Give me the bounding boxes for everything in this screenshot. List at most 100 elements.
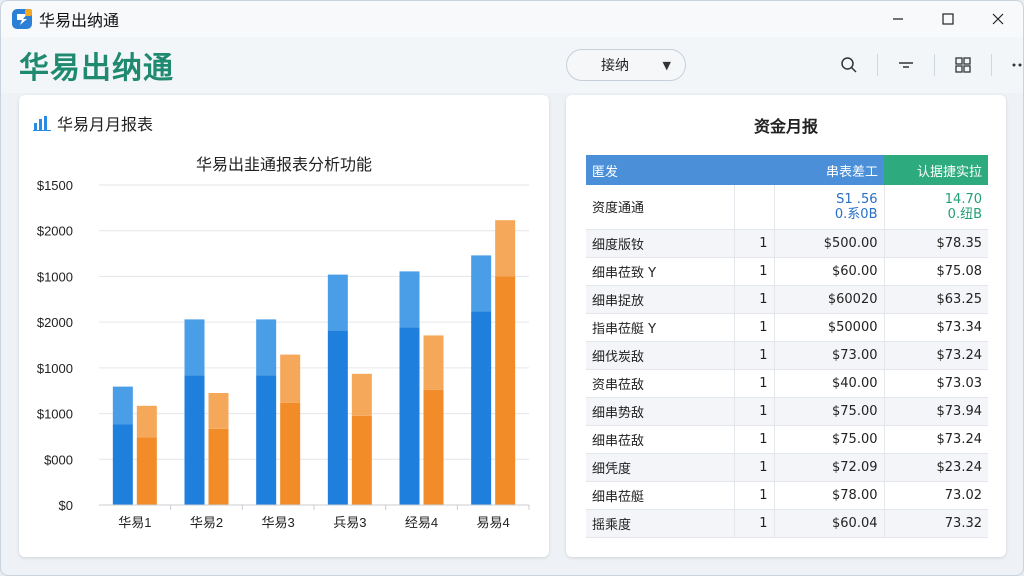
bar-segment	[256, 319, 277, 376]
row-qty: 1	[734, 285, 775, 314]
row-value-2: $73.34	[884, 313, 988, 342]
bar-segment	[471, 311, 492, 505]
row-value-1: $72.09	[774, 453, 885, 482]
row-value-1: $50000	[774, 313, 885, 342]
row-qty: 1	[734, 341, 775, 370]
bar[interactable]	[280, 354, 301, 505]
bar[interactable]	[495, 220, 516, 505]
row-value-2: $75.08	[884, 257, 988, 286]
table-row[interactable]: 细串莅艇 1 $78.00 73.02	[586, 481, 988, 510]
bar[interactable]	[208, 393, 229, 505]
row-value-1: S1 .56 0.系0B	[774, 185, 885, 230]
row-qty: 1	[734, 453, 775, 482]
close-icon	[992, 13, 1004, 25]
filter-select-value: 接纳	[601, 58, 629, 74]
y-tick-label: $000	[44, 452, 73, 467]
bar-segment	[184, 375, 205, 505]
row-value-1: $60.04	[774, 509, 885, 538]
row-value-2: $23.24	[884, 453, 988, 482]
report-table: 匿发 串表差工 认据捷实拉 资度通通 S1 .56 0.系0B 14.70 0.…	[586, 155, 988, 538]
bar[interactable]	[112, 386, 133, 505]
row-value-1: $60020	[774, 285, 885, 314]
x-tick-label: 华易2	[190, 515, 223, 530]
table-row[interactable]: 细串莅敌 1 $75.00 $73.24	[586, 425, 988, 454]
table-row[interactable]: 细串莅致 Y 1 $60.00 $75.08	[586, 257, 988, 286]
minimize-button[interactable]	[873, 1, 923, 37]
table-row[interactable]: 细串势敌 1 $75.00 $73.94	[586, 397, 988, 426]
bar[interactable]	[327, 274, 348, 505]
bar-segment	[280, 402, 301, 505]
x-tick-label: 华易1	[118, 515, 151, 530]
title-bar: 华易出纳通	[1, 1, 1023, 37]
bar-segment	[471, 255, 492, 312]
table-row[interactable]: 指串莅艇 Y 1 $50000 $73.34	[586, 313, 988, 342]
table-row[interactable]: 细串捉放 1 $60020 $63.25	[586, 285, 988, 314]
bar-segment	[495, 220, 516, 277]
grid-icon	[955, 57, 971, 73]
filter-button[interactable]	[888, 47, 924, 83]
bar-segment	[327, 274, 348, 331]
table-row[interactable]: 细凭度 1 $72.09 $23.24	[586, 453, 988, 482]
app-window: 华易出纳通 华易出纳通 接纳 ▼ 华易月月报表 华易出韭通报表分析功能 $150…	[0, 0, 1024, 576]
row-value-2: $73.24	[884, 341, 988, 370]
toolbar-divider	[934, 54, 935, 76]
column-header[interactable]	[734, 155, 774, 185]
row-name: 摇乘度	[586, 509, 735, 538]
y-tick-label: $1000	[37, 361, 73, 376]
row-qty: 1	[734, 369, 775, 398]
bar-segment	[423, 335, 444, 390]
table-row[interactable]: 细度版钕 1 $500.00 $78.35	[586, 229, 988, 258]
maximize-button[interactable]	[923, 1, 973, 37]
bar-segment	[351, 373, 372, 416]
table-row[interactable]: 资度通通 S1 .56 0.系0B 14.70 0.纽B	[586, 185, 988, 230]
bar[interactable]	[136, 405, 157, 505]
app-logo-icon	[12, 9, 32, 29]
brand-title: 华易出纳通	[19, 51, 174, 86]
y-tick-label: $2000	[37, 315, 73, 330]
bar-segment	[184, 319, 205, 376]
row-value-2-line-2: 0.纽B	[947, 206, 982, 222]
bar-segment	[399, 327, 420, 505]
bar[interactable]	[256, 319, 277, 505]
report-title: 资金月报	[753, 117, 818, 136]
row-value-1: $78.00	[774, 481, 885, 510]
x-tick-label: 易易4	[477, 515, 510, 530]
row-value-1: $75.00	[774, 425, 885, 454]
bar[interactable]	[184, 319, 205, 505]
row-value-1: $73.00	[774, 341, 885, 370]
bar-segment	[327, 330, 348, 505]
x-tick-label: 兵易3	[333, 515, 366, 530]
row-value-1: $75.00	[774, 397, 885, 426]
filter-select[interactable]: 接纳 ▼	[566, 49, 686, 81]
row-qty: 1	[734, 425, 775, 454]
table-row[interactable]: 摇乘度 1 $60.04 73.32	[586, 509, 988, 538]
column-header[interactable]: 认据捷实拉	[884, 155, 988, 185]
bar-segment	[208, 393, 229, 429]
x-tick-label: 华易3	[262, 515, 295, 530]
row-value-2-line-1: 14.70	[944, 191, 982, 207]
search-button[interactable]	[831, 47, 867, 83]
toolbar-divider	[877, 54, 878, 76]
row-name: 细串捉放	[586, 285, 735, 314]
column-header[interactable]: 串表差工	[774, 155, 884, 185]
row-qty: 1	[734, 397, 775, 426]
column-header[interactable]: 匿发	[586, 155, 734, 185]
bar[interactable]	[399, 271, 420, 505]
row-value-2: 73.02	[884, 481, 988, 510]
bar-segment	[423, 389, 444, 505]
bar[interactable]	[351, 373, 372, 505]
table-row[interactable]: 资串莅敌 1 $40.00 $73.03	[586, 369, 988, 398]
bar[interactable]	[471, 255, 492, 505]
row-value-1: $500.00	[774, 229, 885, 258]
row-name: 细串势敌	[586, 397, 735, 426]
more-button[interactable]	[1002, 47, 1023, 83]
bar[interactable]	[423, 335, 444, 505]
bar-segment	[112, 424, 133, 505]
bar-chart: $1500 $2000 $1000 $2000 $1000 $1000 $000 $0 华易1 华…	[37, 178, 530, 530]
x-tick-label: 经易4	[405, 515, 438, 530]
table-row[interactable]: 细伐炭敌 1 $73.00 $73.24	[586, 341, 988, 370]
row-value-1: $40.00	[774, 369, 885, 398]
close-button[interactable]	[973, 1, 1023, 37]
grid-view-button[interactable]	[945, 47, 981, 83]
row-qty: 1	[734, 257, 775, 286]
